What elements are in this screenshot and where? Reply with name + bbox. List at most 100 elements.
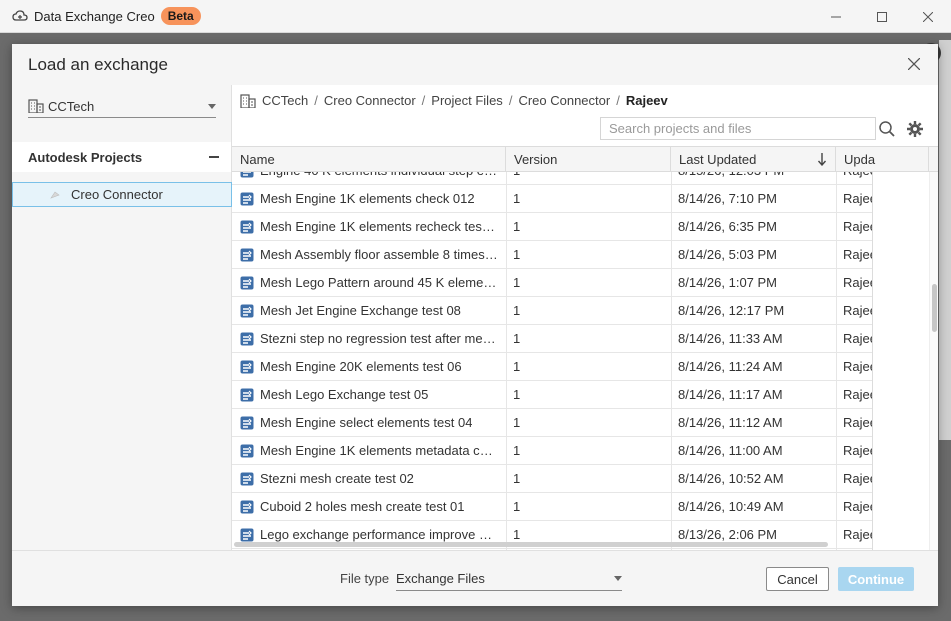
gear-icon[interactable] [906,120,924,138]
exchange-file-icon [240,276,254,289]
collapse-icon[interactable] [209,156,219,158]
table-empty-area [872,172,929,550]
table-row[interactable]: Cuboid 2 holes mesh create test 01 1 8/14/… [232,493,872,521]
column-divider [506,172,507,550]
table-row[interactable]: Mesh Lego Pattern around 45 K element… 1 8… [232,269,872,297]
column-header-label: Last Updated [679,152,757,167]
table-header: Name Version Last Updated Upda [232,146,938,172]
cell-name: Mesh Engine 1K elements check 012 [240,185,498,212]
table-row[interactable]: Mesh Assembly floor assemble 8 times t… 1… [232,241,872,269]
file-type-select[interactable]: Exchange Files [396,567,622,591]
load-exchange-dialog: Load an exchange CCTech Autodesk Project… [12,44,938,606]
cell-updated-by: Rajee [843,303,872,318]
cell-name: Mesh Engine 20K elements test 06 [240,353,498,380]
column-header-updated-by[interactable]: Upda [836,147,929,172]
file-name: Cuboid 2 holes mesh create test 01 [260,499,465,514]
cell-last-updated: 8/14/26, 10:49 AM [678,499,784,514]
cell-name: Mesh Lego Exchange test 05 [240,381,498,408]
cell-updated-by: Rajee [843,219,872,234]
project-item-label: Creo Connector [71,187,163,202]
cell-name: Mesh Jet Engine Exchange test 08 [240,297,498,324]
dialog-close-icon[interactable] [906,56,922,72]
cell-name: Stezni step no regression test after mes… [240,325,498,352]
cell-version: 1 [513,172,663,184]
vertical-scrollbar-thumb[interactable] [932,284,937,332]
cell-name: Mesh Engine select elements test 04 [240,409,498,436]
file-name: Stezni mesh create test 02 [260,471,414,486]
table-row[interactable]: Mesh Engine select elements test 04 1 8/14… [232,409,872,437]
projects-header[interactable]: Autodesk Projects [12,142,231,172]
exchange-file-icon [240,332,254,345]
file-name: Mesh Engine 20K elements test 06 [260,359,462,374]
vertical-scrollbar[interactable] [929,172,938,550]
maximize-button[interactable] [859,0,905,33]
column-header-name[interactable]: Name [232,147,506,172]
continue-button[interactable]: Continue [838,567,914,591]
cell-updated-by: Rajee [843,172,872,184]
cell-updated-by: Rajee [843,471,872,486]
dialog-header: Load an exchange [12,44,938,85]
horizontal-scrollbar[interactable] [234,542,828,547]
file-name: Mesh Jet Engine Exchange test 08 [260,303,461,318]
minimize-button[interactable] [813,0,859,33]
file-name: Mesh Lego Exchange test 05 [260,387,429,402]
file-name: Engine 40 K elements individual step exc… [260,172,498,178]
cell-last-updated: 8/14/26, 6:35 PM [678,219,778,234]
hub-select[interactable]: CCTech [28,95,216,118]
exchange-file-icon [240,444,254,457]
breadcrumb: CCTech / Creo Connector / Project Files … [240,93,668,108]
building-icon [28,99,44,113]
column-header-last-updated[interactable]: Last Updated [671,147,836,172]
table-row[interactable]: Mesh Engine 1K elements check 012 1 8/14/2… [232,185,872,213]
cell-last-updated: 8/14/26, 11:33 AM [678,331,783,346]
breadcrumb-separator: / [508,93,513,108]
table-row[interactable]: Engine 40 K elements individual step exc… [232,172,872,185]
cell-updated-by: Rajee [843,527,872,542]
cell-version: 1 [513,303,521,318]
breadcrumb-separator: / [616,93,620,108]
breadcrumb-separator: / [314,93,318,108]
cell-name: Mesh Engine 1K elements recheck test 0… [240,213,498,240]
cell-name: Engine 40 K elements individual step exc… [240,172,498,184]
sort-descending-icon[interactable] [817,153,827,166]
table-row[interactable]: Mesh Engine 20K elements test 06 1 8/14/26… [232,353,872,381]
table-row[interactable]: Stezni step no regression test after mes… [232,325,872,353]
window-title-bar: Data Exchange Creo Beta [0,0,951,33]
breadcrumb-item[interactable]: Project Files [431,93,503,108]
breadcrumb-item[interactable]: Creo Connector [518,93,610,108]
breadcrumb-separator: / [421,93,426,108]
cell-updated-by: Rajee [843,415,872,430]
exchange-file-icon [240,360,254,373]
exchange-file-icon [240,472,254,485]
table-row[interactable]: Mesh Engine 1K elements metadata che… 1 8/… [232,437,872,465]
cancel-button[interactable]: Cancel [766,567,829,591]
cell-version: 1 [513,443,521,458]
window-close-button[interactable] [905,0,951,33]
cell-last-updated: 8/14/26, 11:00 AM [678,443,783,458]
cell-version: 1 [513,247,521,262]
exchange-file-icon [240,500,254,513]
table-row[interactable]: Mesh Lego Exchange test 05 1 8/14/26, 11:1… [232,381,872,409]
exchange-file-icon [240,416,254,429]
chevron-down-icon [614,576,622,581]
breadcrumb-item[interactable]: Creo Connector [324,93,416,108]
project-icon [50,191,60,199]
table-row[interactable]: Stezni mesh create test 02 1 8/14/26, 10:5… [232,465,872,493]
cell-last-updated: 8/14/26, 7:10 PM [678,191,778,206]
exchange-file-icon [240,172,254,177]
projects-header-label: Autodesk Projects [28,149,143,165]
table-row[interactable]: Mesh Engine 1K elements recheck test 0… 1… [232,213,872,241]
project-item-creo-connector[interactable]: Creo Connector [12,182,232,207]
right-panel: CCTech / Creo Connector / Project Files … [232,85,938,550]
file-name: Mesh Engine 1K elements check 012 [260,191,475,206]
search-input[interactable] [609,121,849,136]
cell-last-updated: 8/14/26, 12:17 PM [678,303,785,318]
breadcrumb-item[interactable]: CCTech [262,93,308,108]
column-header-version[interactable]: Version [506,147,671,172]
app-title: Data Exchange Creo [34,8,155,24]
table-row[interactable]: Mesh Jet Engine Exchange test 08 1 8/14/26… [232,297,872,325]
search-icon[interactable] [878,120,896,138]
file-type-value: Exchange Files [396,571,485,586]
cell-last-updated: 8/15/26, 12:03 PM [678,172,828,184]
file-name: Mesh Engine 1K elements recheck test 0… [260,219,498,234]
